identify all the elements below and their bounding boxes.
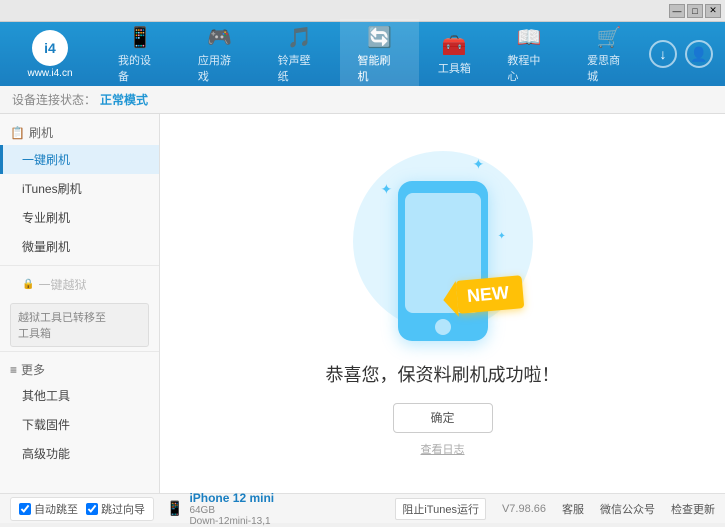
more-section-label: 更多 — [21, 361, 45, 378]
nav-label-app-games: 应用游戏 — [198, 52, 242, 84]
jailbreak-label: 一键越狱 — [38, 276, 86, 293]
version-text: V7.98.66 — [502, 503, 546, 515]
toolbox-icon: 🧰 — [442, 33, 467, 58]
sidebar-item-download-firmware[interactable]: 下载固件 — [0, 410, 159, 439]
lock-icon: 🔒 — [22, 279, 34, 290]
nav-item-ringtones[interactable]: 🎵 铃声壁纸 — [260, 19, 340, 90]
nav-item-app-games[interactable]: 🎮 应用游戏 — [180, 19, 260, 90]
sidebar-section-jailbreak: 🔒 一键越狱 — [0, 270, 159, 299]
mall-icon: 🛒 — [597, 25, 622, 50]
sidebar-item-itunes-flash[interactable]: iTunes刷机 — [0, 174, 159, 203]
sidebar-info-box: 越狱工具已转移至 工具箱 — [10, 303, 149, 347]
sidebar-item-other-tools[interactable]: 其他工具 — [0, 381, 159, 410]
device-storage: 64GB — [189, 505, 274, 516]
device-icon: 📱 — [127, 25, 152, 50]
sidebar-divider-2 — [0, 351, 159, 352]
sparkle-3: ✦ — [498, 231, 506, 242]
user-button[interactable]: 👤 — [685, 40, 713, 68]
nav-item-toolbox[interactable]: 🧰 工具箱 — [419, 19, 489, 90]
wechat-link[interactable]: 微信公众号 — [600, 501, 655, 517]
sidebar-section-flash: 📋 刷机 — [0, 118, 159, 145]
ringtones-icon: 🎵 — [287, 25, 312, 50]
logo-icon: i4 — [32, 30, 68, 66]
auto-jump-checkbox[interactable] — [19, 503, 31, 515]
sidebar-item-one-click-flash[interactable]: 一键刷机 — [0, 145, 159, 174]
device-info-area: 📱 iPhone 12 mini 64GB Down-12mini-13,1 — [166, 491, 326, 527]
nav-label-my-device: 我的设备 — [118, 52, 162, 84]
checkbox-area: 自动跳至 跳过向导 — [10, 497, 154, 521]
logo-area: i4 www.i4.cn — [0, 30, 100, 79]
bottom-bar: 自动跳至 跳过向导 📱 iPhone 12 mini 64GB Down-12m… — [0, 493, 725, 523]
status-label: 设备连接状态： — [12, 91, 96, 108]
download-button[interactable]: ↓ — [649, 40, 677, 68]
confirm-button[interactable]: 确定 — [393, 403, 493, 433]
checkbox-skip-wizard[interactable]: 跳过向导 — [86, 501, 145, 517]
nav-item-mall[interactable]: 🛒 爱思商城 — [569, 19, 649, 90]
bottom-status: 阻止iTunes运行 V7.98.66 客服 微信公众号 检查更新 — [338, 498, 715, 520]
stop-itunes-button[interactable]: 阻止iTunes运行 — [395, 498, 486, 520]
more-section-icon: ≡ — [10, 363, 17, 377]
success-text: 恭喜您，保资料刷机成功啦！ — [326, 361, 560, 387]
close-button[interactable]: ✕ — [705, 4, 721, 18]
customer-service-link[interactable]: 客服 — [562, 501, 584, 517]
status-value: 正常模式 — [100, 91, 148, 108]
sidebar-divider-1 — [0, 265, 159, 266]
content-area: ✦ ✦ ✦ NEW 恭喜您，保资料刷机成功啦！ 确定 查看日志 — [160, 114, 725, 493]
nav-item-smart-flash[interactable]: 🔄 智能刷机 — [340, 19, 420, 90]
nav-label-toolbox: 工具箱 — [438, 60, 471, 76]
smart-flash-icon: 🔄 — [367, 25, 392, 50]
sidebar: 📋 刷机 一键刷机 iTunes刷机 专业刷机 微量刷机 🔒 一键越狱 越狱工具… — [0, 114, 160, 493]
phone-home-button — [435, 319, 451, 335]
nav-label-ringtones: 铃声壁纸 — [278, 52, 322, 84]
skip-wizard-label: 跳过向导 — [101, 501, 145, 517]
view-log-link[interactable]: 查看日志 — [421, 441, 465, 457]
app-games-icon: 🎮 — [207, 25, 232, 50]
nav-label-smart-flash: 智能刷机 — [358, 52, 402, 84]
flash-section-label: 刷机 — [29, 124, 53, 141]
tutorial-icon: 📖 — [517, 25, 542, 50]
nav-item-tutorial[interactable]: 📖 教程中心 — [489, 19, 569, 90]
new-badge: NEW — [455, 275, 524, 314]
maximize-button[interactable]: □ — [687, 4, 703, 18]
nav-label-mall: 爱思商城 — [587, 52, 631, 84]
sparkle-2: ✦ — [381, 181, 393, 198]
status-bar: 设备连接状态： 正常模式 — [0, 86, 725, 114]
sidebar-section-more: ≡ 更多 — [0, 356, 159, 381]
nav-bar: 📱 我的设备 🎮 应用游戏 🎵 铃声壁纸 🔄 智能刷机 🧰 工具箱 📖 教程中心… — [100, 19, 649, 90]
minimize-button[interactable]: — — [669, 4, 685, 18]
info-box-text: 越狱工具已转移至 工具箱 — [18, 312, 106, 340]
sidebar-item-pro-flash[interactable]: 专业刷机 — [0, 203, 159, 232]
auto-jump-label: 自动跳至 — [34, 501, 78, 517]
sparkle-1: ✦ — [473, 156, 485, 173]
logo-subtext: www.i4.cn — [27, 68, 72, 79]
nav-right-buttons: ↓ 👤 — [649, 40, 725, 68]
skip-wizard-checkbox[interactable] — [86, 503, 98, 515]
checkbox-auto-jump[interactable]: 自动跳至 — [19, 501, 78, 517]
device-details: iPhone 12 mini 64GB Down-12mini-13,1 — [189, 491, 274, 527]
main-layout: 📋 刷机 一键刷机 iTunes刷机 专业刷机 微量刷机 🔒 一键越狱 越狱工具… — [0, 114, 725, 493]
sidebar-item-advanced[interactable]: 高级功能 — [0, 439, 159, 468]
flash-section-icon: 📋 — [10, 126, 25, 140]
check-update-link[interactable]: 检查更新 — [671, 501, 715, 517]
nav-label-tutorial: 教程中心 — [507, 52, 551, 84]
nav-item-my-device[interactable]: 📱 我的设备 — [100, 19, 180, 90]
phone-shape — [398, 181, 488, 341]
device-firmware: Down-12mini-13,1 — [189, 516, 274, 527]
device-phone-icon: 📱 — [166, 500, 183, 517]
sidebar-item-micro-flash[interactable]: 微量刷机 — [0, 232, 159, 261]
success-illustration: ✦ ✦ ✦ NEW — [353, 151, 533, 351]
header: i4 www.i4.cn 📱 我的设备 🎮 应用游戏 🎵 铃声壁纸 🔄 智能刷机… — [0, 22, 725, 86]
